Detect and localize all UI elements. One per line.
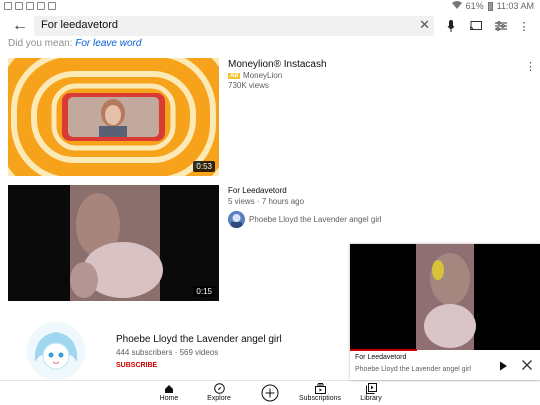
notification-icon	[26, 2, 34, 10]
status-bar: 61% 11:03 AM	[0, 0, 540, 13]
play-icon[interactable]	[497, 359, 509, 371]
clock: 11:03 AM	[496, 1, 534, 11]
notification-icon	[48, 2, 56, 10]
nav-subscriptions-label: Subscriptions	[298, 395, 342, 402]
ad-thumbnail[interactable]: 0:53	[8, 58, 219, 176]
miniplayer-title: For Leedavetord	[355, 354, 407, 361]
library-icon	[341, 382, 401, 395]
miniplayer-video[interactable]	[350, 244, 540, 350]
nav-explore-label: Explore	[207, 395, 231, 402]
miniplayer-progress	[350, 349, 417, 351]
video-thumbnail[interactable]: 0:15	[8, 185, 219, 301]
miniplayer-channel: Phoebe Lloyd the Lavender angel girl	[355, 366, 471, 373]
nav-library-label: Library	[360, 395, 382, 402]
notification-icons	[4, 2, 56, 10]
nav-library[interactable]: Library	[341, 382, 401, 402]
video-duration: 0:15	[193, 286, 215, 297]
battery-level: 61%	[465, 1, 484, 11]
channel-avatar[interactable]	[27, 322, 85, 380]
suggestion-link[interactable]: For leave word	[75, 38, 141, 49]
video-title[interactable]: For Leedavetord	[228, 186, 287, 195]
miniplayer[interactable]: For Leedavetord Phoebe Lloyd the Lavende…	[350, 244, 540, 380]
search-input[interactable]: For leedavetord ✕	[34, 16, 434, 36]
subscribe-button[interactable]: SUBSCRIBE	[116, 362, 157, 369]
wifi-icon	[451, 1, 462, 11]
more-options-icon[interactable]: ⋮	[515, 17, 533, 35]
search-query: For leedavetord	[41, 19, 119, 31]
channel-meta: 444 subscribers · 569 videos	[116, 348, 219, 357]
clear-icon[interactable]: ✕	[419, 17, 430, 33]
ad-badge: Ad	[228, 73, 240, 79]
search-header: ← For leedavetord ✕ ⋮	[0, 13, 540, 39]
status-right: 61% 11:03 AM	[451, 1, 534, 11]
video-duration: 0:53	[193, 161, 215, 172]
back-arrow-icon[interactable]: ←	[10, 16, 30, 36]
ad-views: 730K views	[228, 81, 269, 90]
did-you-mean: Did you mean: For leave word	[8, 38, 141, 49]
ad-channel: MoneyLion	[243, 71, 283, 80]
ad-channel-row: Ad MoneyLion	[228, 71, 282, 80]
notification-icon	[4, 2, 12, 10]
cast-icon[interactable]	[467, 17, 485, 35]
bottom-navigation: Home Explore Subscriptions Library	[0, 380, 540, 405]
battery-icon	[487, 1, 493, 11]
more-options-icon[interactable]: ⋮	[525, 60, 536, 73]
notification-icon	[15, 2, 23, 10]
did-you-mean-label: Did you mean:	[8, 38, 73, 49]
video-channel[interactable]: Phoebe Lloyd the Lavender angel girl	[249, 215, 382, 224]
microphone-icon[interactable]	[442, 17, 460, 35]
filter-icon[interactable]	[492, 17, 510, 35]
avatar[interactable]	[228, 211, 245, 228]
channel-name[interactable]: Phoebe Lloyd the Lavender angel girl	[116, 334, 282, 345]
notification-icon	[37, 2, 45, 10]
ad-title[interactable]: Moneylion® Instacash	[228, 59, 327, 70]
close-icon[interactable]	[521, 358, 533, 370]
nav-home-label: Home	[159, 395, 179, 402]
video-meta: 5 views · 7 hours ago	[228, 197, 305, 206]
